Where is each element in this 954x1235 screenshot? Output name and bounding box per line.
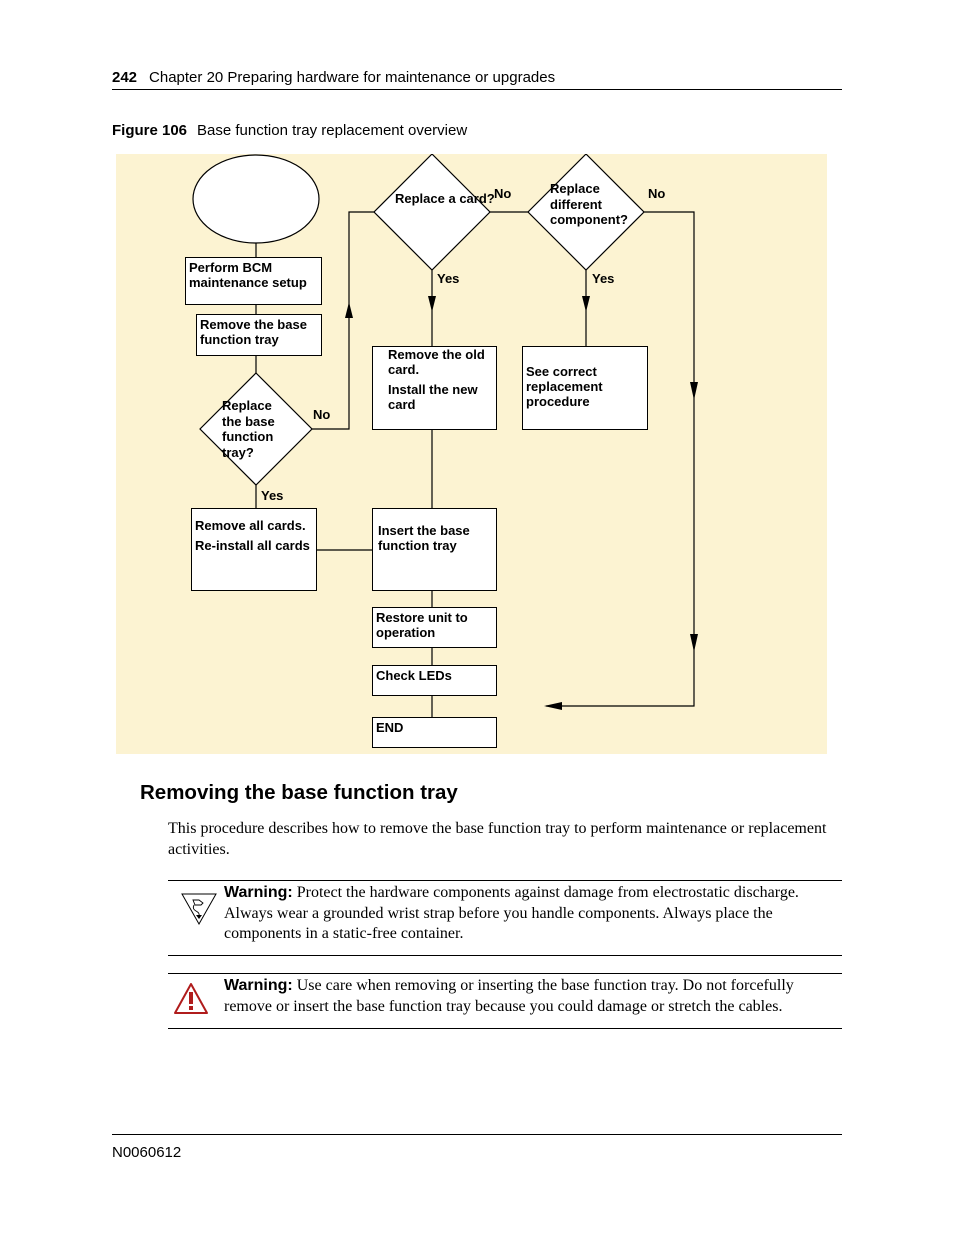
warning-cables: Warning: Use care when removing or inser… [224, 976, 844, 1017]
step-text: Check LEDs [376, 668, 452, 683]
step-end: END [372, 717, 497, 748]
warning-rule-top [168, 880, 842, 881]
section-heading: Removing the base function tray [140, 781, 458, 804]
footer-rule [112, 1134, 842, 1135]
warning-esd: Warning: Protect the hardware components… [224, 883, 844, 945]
figure-title: Base function tray replacement overview [197, 122, 468, 139]
start-ellipse [192, 154, 320, 244]
warning-rule-bottom [168, 1028, 842, 1029]
step-perform-setup: Perform BCM maintenance setup [185, 257, 322, 305]
esd-icon [180, 890, 218, 928]
step-text: See correct replacement procedure [526, 364, 603, 409]
header-rule [112, 89, 842, 90]
figure-caption: Figure 106 Base function tray replacement… [112, 122, 467, 139]
step-see-procedure: See correct replacement procedure [522, 346, 648, 430]
step-remove-tray: Remove the base function tray [196, 314, 322, 356]
arrowhead-down [428, 296, 436, 312]
step-text: Install the new card [388, 382, 478, 412]
warning-label: Warning: [224, 884, 293, 901]
step-restore-unit: Restore unit to operation [372, 607, 497, 648]
flowchart: Replace a card? Replace different compon… [116, 154, 827, 754]
step-text: Re-install all cards [195, 538, 310, 553]
step-text: Insert the base function tray [378, 523, 470, 553]
arrowhead-down [690, 634, 698, 652]
label-no-other: No [648, 186, 666, 201]
step-insert-tray: Insert the base function tray [372, 508, 497, 591]
running-header: 242 Chapter 20 Preparing hardware for mai… [112, 69, 555, 86]
document-id: N0060612 [112, 1144, 182, 1161]
step-text: Perform BCM maintenance setup [189, 260, 307, 290]
step-remove-all-cards: Remove all cards. Re-install all cards [191, 508, 317, 591]
step-check-leds: Check LEDs [372, 665, 497, 696]
label-yes-card: Yes [437, 271, 460, 286]
label-yes-tray: Yes [261, 488, 284, 503]
warning-rule-bottom [168, 955, 842, 956]
label-no-tray: No [313, 407, 331, 422]
warning-text: Use care when removing or inserting the … [224, 977, 794, 1015]
decision-diamond-card [373, 154, 491, 271]
page-number: 242 [112, 69, 138, 86]
connector-no-other [546, 211, 695, 707]
intro-paragraph: This procedure describes how to remove t… [168, 820, 827, 858]
label-no-card: No [494, 186, 512, 201]
figure-label: Figure 106 [112, 122, 188, 139]
warning-text: Protect the hardware components against … [224, 884, 799, 942]
warning-label: Warning: [224, 977, 293, 994]
arrowhead-up [345, 302, 353, 318]
decision-replace-card-text: Replace a card? [395, 191, 495, 206]
chapter-title: Chapter 20 Preparing hardware for mainte… [149, 69, 556, 86]
arrowhead-left [544, 702, 562, 710]
step-replace-card: Remove the old card. Install the new car… [372, 346, 497, 430]
label-yes-other: Yes [592, 271, 615, 286]
arrowhead-down [582, 296, 590, 312]
decision-replace-other-text: Replace different component? [550, 181, 628, 227]
warning-rule-top [168, 973, 842, 974]
step-text: Remove the old card. [388, 347, 485, 377]
caution-triangle-icon [172, 981, 210, 1017]
step-text: END [376, 720, 404, 735]
arrowhead-down [690, 382, 698, 400]
step-text: Remove the base function tray [200, 317, 307, 347]
step-text: Remove all cards. [195, 518, 306, 533]
step-text: Restore unit to operation [376, 610, 468, 640]
decision-replace-tray-text: Replace the base function tray? [222, 398, 275, 460]
